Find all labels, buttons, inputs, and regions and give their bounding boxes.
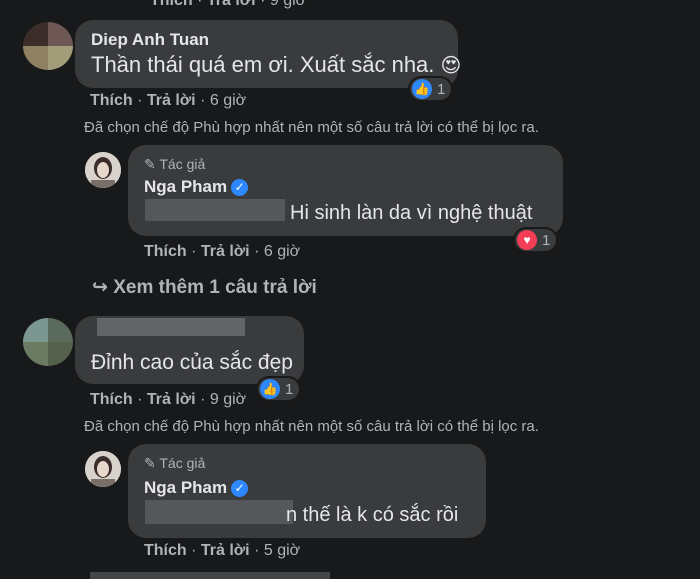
avatar-image <box>85 152 121 188</box>
reply-link[interactable]: Trả lời <box>147 92 196 109</box>
reply-author[interactable]: Nga Pham ✓ <box>144 177 249 197</box>
reaction-count[interactable]: 👍 1 <box>258 378 300 400</box>
reply-text: Hi sinh làn da vì nghệ thuật <box>290 202 533 224</box>
comment-text: Thần thái quá em ơi. Xuất sắc nha. 😍 <box>91 52 462 77</box>
like-icon: 👍 <box>412 79 432 99</box>
filter-note: Đã chọn chế độ Phù hợp nhất nên một số c… <box>84 119 539 136</box>
redacted-text <box>145 500 293 524</box>
pencil-icon: ✎ <box>144 455 156 471</box>
reply-actions: Thích · Trả lời · 6 giờ <box>144 243 301 260</box>
reply-arrow-icon: ↪ <box>92 277 108 298</box>
filter-note: Đã chọn chế độ Phù hợp nhất nên một số c… <box>84 418 539 435</box>
like-icon: 👍 <box>260 379 280 399</box>
avatar[interactable] <box>23 22 73 70</box>
view-more-replies[interactable]: ↪ Xem thêm 1 câu trả lời <box>92 276 317 299</box>
comment-actions: Thích · Trả lời · 6 giờ <box>90 92 247 109</box>
like-link[interactable]: Thích <box>144 243 187 260</box>
verified-icon: ✓ <box>231 179 249 196</box>
reply-link[interactable]: Trả lời <box>207 0 256 9</box>
timestamp: 9 giờ <box>269 0 307 9</box>
like-link[interactable]: Thích <box>150 0 193 9</box>
comment-text: Đỉnh cao của sắc đẹp <box>91 351 293 374</box>
comment-bubble: Đỉnh cao của sắc đẹp <box>75 316 304 384</box>
like-link[interactable]: Thích <box>90 92 133 109</box>
avatar-image <box>85 451 121 487</box>
redacted-text <box>145 199 285 221</box>
comment-bubble: Diep Anh Tuan Thần thái quá em ơi. Xuất … <box>75 20 462 88</box>
reply-text: n thế là k có sắc rồi <box>286 504 459 526</box>
pencil-icon: ✎ <box>144 156 156 172</box>
top-partial-actions: Thích · Trả lời · 9 giờ <box>150 0 306 10</box>
like-link[interactable]: Thích <box>90 391 133 408</box>
reaction-count[interactable]: ♥ 1 <box>515 229 557 251</box>
reaction-count[interactable]: 👍 1 <box>410 78 452 100</box>
next-comment-partial <box>90 572 330 579</box>
avatar[interactable] <box>85 152 121 188</box>
author-badge: ✎ Tác giả <box>144 455 206 471</box>
timestamp: 6 giờ <box>263 243 301 260</box>
heart-eyes-emoji: 😍 <box>440 55 462 77</box>
like-link[interactable]: Thích <box>144 542 187 559</box>
reply-actions: Thích · Trả lời · 5 giờ <box>144 542 301 559</box>
reply-author[interactable]: Nga Pham ✓ <box>144 478 249 498</box>
reply-link[interactable]: Trả lời <box>201 243 250 260</box>
heart-icon: ♥ <box>517 230 537 250</box>
reply-bubble: ✎ Tác giả Nga Pham ✓ n thế là k có sắc rồ… <box>128 444 486 538</box>
timestamp: 5 giờ <box>263 542 301 559</box>
timestamp: 9 giờ <box>209 391 247 408</box>
avatar[interactable] <box>23 318 73 366</box>
timestamp: 6 giờ <box>209 92 247 109</box>
author-badge: ✎ Tác giả <box>144 156 206 172</box>
redacted-author <box>97 318 245 336</box>
reply-link[interactable]: Trả lời <box>201 542 250 559</box>
reply-bubble: ✎ Tác giả Nga Pham ✓ Hi sinh làn da vì ng… <box>128 145 563 236</box>
reply-link[interactable]: Trả lời <box>147 391 196 408</box>
comment-actions: Thích · Trả lời · 9 giờ <box>90 391 247 408</box>
comment-author[interactable]: Diep Anh Tuan <box>91 30 209 50</box>
verified-icon: ✓ <box>231 480 249 497</box>
avatar[interactable] <box>85 451 121 487</box>
